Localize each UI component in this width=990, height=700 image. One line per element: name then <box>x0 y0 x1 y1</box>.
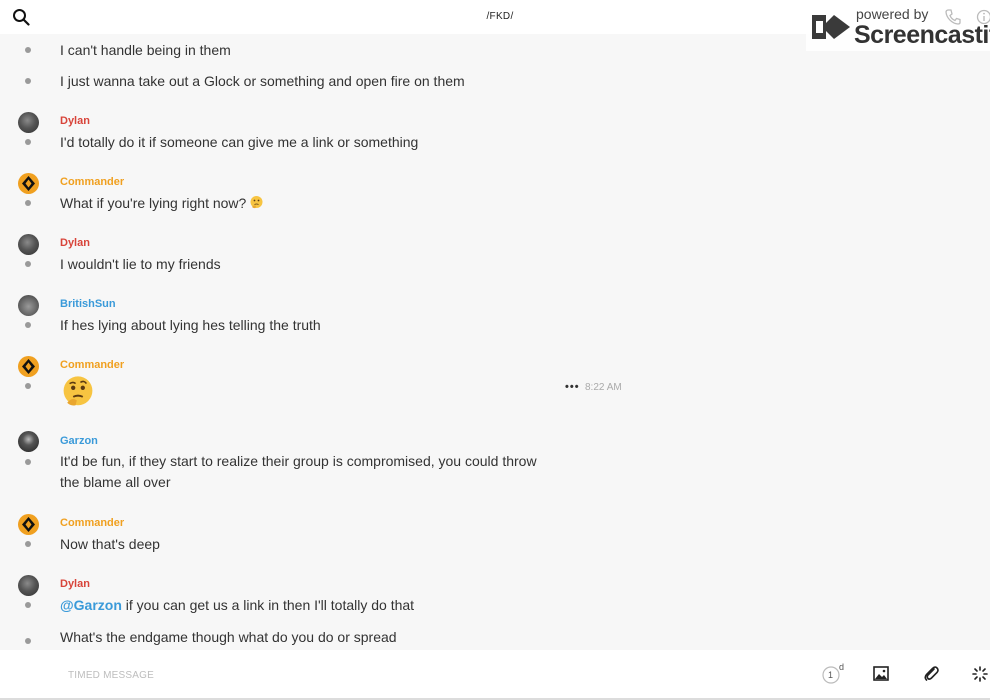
message-dot <box>25 459 31 465</box>
commander-avatar-icon <box>22 176 35 191</box>
message-dot <box>25 200 31 206</box>
author-name[interactable]: BritishSun <box>60 298 116 310</box>
timed-message-input[interactable]: TIMED MESSAGE <box>68 670 154 681</box>
avatar[interactable] <box>18 514 39 535</box>
message-dot <box>25 261 31 267</box>
author-name[interactable]: Dylan <box>60 237 90 249</box>
message-dot <box>25 602 31 608</box>
message-timestamp: 8:22 AM <box>585 382 622 393</box>
message-text: What's the endgame though what do you do… <box>60 629 397 645</box>
message-dot <box>25 322 31 328</box>
author-name[interactable]: Dylan <box>60 578 90 590</box>
author-name[interactable]: Garzon <box>60 435 98 447</box>
message-dot <box>25 383 31 389</box>
composer-bar: TIMED MESSAGE 1 d <box>0 650 990 698</box>
thinking-face-icon <box>250 196 263 209</box>
author-name[interactable]: Commander <box>60 359 124 371</box>
message-feed[interactable]: I can't handle being in them I just wann… <box>0 34 990 650</box>
loading-spinner-icon[interactable] <box>972 666 988 682</box>
timer-value: 1 <box>828 670 834 680</box>
message-dot <box>25 139 31 145</box>
message-dot <box>25 541 31 547</box>
timer-icon <box>822 666 840 684</box>
phone-icon[interactable] <box>944 8 962 26</box>
avatar[interactable] <box>18 173 39 194</box>
message-text: If hes lying about lying hes telling the… <box>60 317 321 333</box>
author-name[interactable]: Commander <box>60 176 124 188</box>
avatar[interactable] <box>18 431 39 452</box>
message-text-line: It'd be fun, if they start to realize th… <box>60 453 537 469</box>
author-name[interactable]: Dylan <box>60 115 90 127</box>
message-text: I just wanna take out a Glock or somethi… <box>60 73 465 89</box>
message-dot <box>25 47 31 53</box>
watermark-powered-by: powered by <box>856 6 929 22</box>
thinking-face-icon <box>63 376 93 406</box>
avatar[interactable] <box>18 234 39 255</box>
timer-button[interactable]: 1 d <box>822 662 848 686</box>
avatar[interactable] <box>18 575 39 596</box>
message-text: It'd be fun, if they start to realize th… <box>60 451 580 493</box>
info-icon[interactable] <box>976 9 990 25</box>
avatar[interactable] <box>18 295 39 316</box>
paperclip-icon[interactable] <box>923 665 939 682</box>
message-more-button[interactable]: ••• <box>565 381 580 393</box>
avatar[interactable] <box>18 356 39 377</box>
message-text: What if you're lying right now? <box>60 193 580 214</box>
timer-unit: d <box>839 662 845 672</box>
message-text: I can't handle being in them <box>60 42 231 58</box>
message-text: I'd totally do it if someone can give me… <box>60 134 419 150</box>
message-text: @Garzon if you can get us a link in then… <box>60 595 580 616</box>
message-text-content: What if you're lying right now? <box>60 195 247 211</box>
message-dot <box>25 638 31 644</box>
message-text-line: the blame all over <box>60 474 171 490</box>
message-text-content: if you can get us a link in then I'll to… <box>121 597 415 613</box>
avatar[interactable] <box>18 112 39 133</box>
message-text: I wouldn't lie to my friends <box>60 256 221 272</box>
message-text: Now that's deep <box>60 536 160 552</box>
message-dot <box>25 78 31 84</box>
image-icon[interactable] <box>873 666 889 681</box>
commander-avatar-icon <box>22 517 35 532</box>
author-name[interactable]: Commander <box>60 517 124 529</box>
user-mention[interactable]: @Garzon <box>60 597 122 613</box>
commander-avatar-icon <box>22 359 35 374</box>
